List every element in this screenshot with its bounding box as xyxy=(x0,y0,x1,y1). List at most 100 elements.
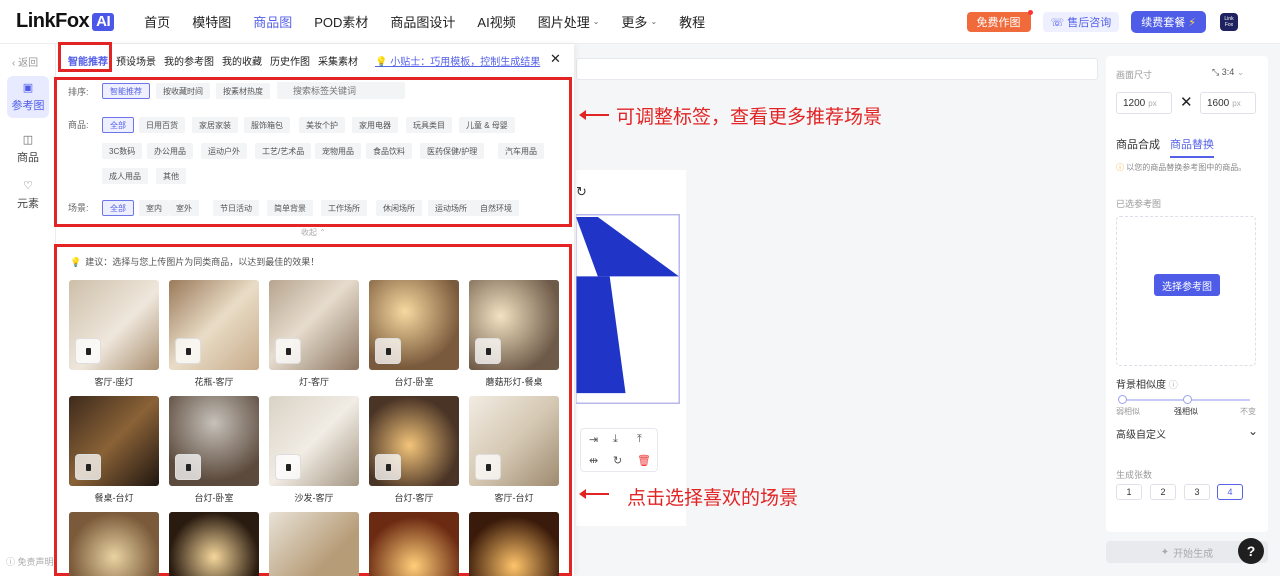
scene-image[interactable] xyxy=(69,396,159,486)
scene-image[interactable] xyxy=(369,396,459,486)
scene-card[interactable]: 花瓶-客厅 xyxy=(169,280,259,388)
goods-chip[interactable]: 儿童 & 母婴 xyxy=(459,117,515,133)
renew-plan-button[interactable]: 续费套餐 ⚡ xyxy=(1131,11,1206,33)
scene-chip[interactable]: 节日活动 xyxy=(213,200,259,216)
product-lamp-image[interactable] xyxy=(576,214,680,404)
goods-chip[interactable]: 医药保健/护理 xyxy=(420,143,485,159)
goods-chip[interactable]: 运动户外 xyxy=(201,143,247,159)
nav-link[interactable]: 商品图设计 xyxy=(390,12,455,31)
scene-card[interactable]: 客厅-台灯 xyxy=(469,396,559,504)
scene-image[interactable] xyxy=(469,280,559,370)
count-option-3[interactable]: 3 xyxy=(1184,484,1210,500)
scene-image[interactable] xyxy=(369,512,459,576)
collapse-toggle[interactable]: 收起 ⌃ xyxy=(301,227,326,238)
tab-product-replace[interactable]: 商品替换 xyxy=(1170,136,1214,158)
logo[interactable]: LinkFox AI xyxy=(16,10,115,33)
sort-chip[interactable]: 智能推荐 xyxy=(102,83,150,99)
goods-chip[interactable]: 食品饮料 xyxy=(366,143,412,159)
slider-handle[interactable] xyxy=(1183,395,1192,404)
goods-chip[interactable]: 全部 xyxy=(102,117,134,133)
picker-tab[interactable]: 历史作图 xyxy=(270,53,310,68)
scene-card[interactable]: 蘑菇形灯-餐桌 xyxy=(469,280,559,388)
picker-tab[interactable]: 采集素材 xyxy=(318,53,358,68)
disclaimer-link[interactable]: ⓘ 免责声明 xyxy=(6,555,54,568)
upload-icon[interactable]: ⤒ xyxy=(637,433,642,446)
scene-chip[interactable]: 室外 xyxy=(169,200,199,216)
refresh-icon[interactable]: ↻ xyxy=(613,454,622,467)
scene-image[interactable] xyxy=(369,280,459,370)
goods-chip[interactable]: 办公用品 xyxy=(147,143,193,159)
picker-tab[interactable]: 我的参考图 xyxy=(164,53,214,68)
close-icon[interactable]: ✕ xyxy=(550,51,561,67)
goods-chip[interactable]: 工艺/艺术品 xyxy=(255,143,312,159)
scene-card[interactable]: 灯-客厅 xyxy=(269,280,359,388)
scene-image[interactable] xyxy=(169,396,259,486)
scene-image[interactable] xyxy=(269,280,359,370)
help-button[interactable]: ? xyxy=(1238,538,1264,564)
similarity-slider[interactable] xyxy=(1118,395,1250,404)
height-input[interactable]: 1600 px xyxy=(1200,92,1256,114)
nav-link[interactable]: 图片处理 ⌄ xyxy=(538,12,600,31)
left-item-elements[interactable]: ♡ 元素 xyxy=(7,174,49,216)
scene-card[interactable]: 沙发-客厅 xyxy=(269,396,359,504)
ratio-select[interactable]: ⤡ 3:4 ⌄ xyxy=(1212,67,1244,78)
scene-image[interactable] xyxy=(169,280,259,370)
goods-chip[interactable]: 3C数码 xyxy=(102,143,143,159)
scene-chip[interactable]: 全部 xyxy=(102,200,134,216)
picker-tab[interactable]: 我的收藏 xyxy=(222,53,262,68)
scene-card[interactable] xyxy=(269,512,359,576)
choose-reference-button[interactable]: 选择参考图 xyxy=(1154,274,1220,296)
scene-image[interactable] xyxy=(469,512,559,576)
count-option-4[interactable]: 4 xyxy=(1217,484,1243,500)
scene-chip[interactable]: 运动场所 xyxy=(428,200,474,216)
goods-chip[interactable]: 家用电器 xyxy=(352,117,398,133)
scene-card[interactable]: 台灯-卧室 xyxy=(169,396,259,504)
sort-chip[interactable]: 按素材热度 xyxy=(216,83,270,99)
scene-image[interactable] xyxy=(169,512,259,576)
trash-icon[interactable]: 🗑 xyxy=(637,454,651,467)
nav-link[interactable]: AI视频 xyxy=(477,12,515,31)
scene-chip[interactable]: 室内 xyxy=(139,200,169,216)
tip-link[interactable]: 💡 小贴士：巧用模板，控制生成结果 xyxy=(375,53,540,68)
left-item-goods[interactable]: ◫ 商品 xyxy=(7,128,49,170)
scene-chip[interactable]: 简单背景 xyxy=(267,200,313,216)
avatar[interactable]: Link Fox xyxy=(1220,13,1238,31)
scene-card[interactable]: 餐桌-台灯 xyxy=(69,396,159,504)
scene-image[interactable] xyxy=(269,512,359,576)
nav-link[interactable]: 模特图 xyxy=(192,12,231,31)
goods-chip[interactable]: 玩具类目 xyxy=(406,117,452,133)
flip-icon[interactable]: ⇹ xyxy=(589,454,598,467)
tag-search-input[interactable] xyxy=(277,82,405,99)
scene-image[interactable] xyxy=(69,512,159,576)
goods-chip[interactable]: 日用百货 xyxy=(139,117,185,133)
nav-link[interactable]: 更多 ⌄ xyxy=(621,12,657,31)
goods-chip[interactable]: 家居家装 xyxy=(192,117,238,133)
goods-chip[interactable]: 汽车用品 xyxy=(498,143,544,159)
picker-tab[interactable]: 预设场景 xyxy=(116,53,156,68)
reference-dropzone[interactable]: 选择参考图 xyxy=(1116,216,1256,366)
scene-card[interactable] xyxy=(169,512,259,576)
nav-link[interactable]: 教程 xyxy=(679,12,705,31)
scene-card[interactable]: 台灯-卧室 xyxy=(369,280,459,388)
goods-chip[interactable]: 其他 xyxy=(156,168,186,184)
count-option-2[interactable]: 2 xyxy=(1150,484,1176,500)
tab-product-compose[interactable]: 商品合成 xyxy=(1116,136,1160,158)
nav-link[interactable]: 首页 xyxy=(144,12,170,31)
scene-chip[interactable]: 自然环境 xyxy=(473,200,519,216)
scene-image[interactable] xyxy=(69,280,159,370)
rotate-icon[interactable]: ↻ xyxy=(576,184,587,200)
scene-image[interactable] xyxy=(469,396,559,486)
scene-image[interactable] xyxy=(269,396,359,486)
scene-chip[interactable]: 休闲场所 xyxy=(376,200,422,216)
sort-chip[interactable]: 按收藏时间 xyxy=(156,83,210,99)
free-drawing-button[interactable]: 免费作图 xyxy=(966,10,1033,32)
scene-card[interactable] xyxy=(469,512,559,576)
left-item-reference[interactable]: ▣ 参考图 xyxy=(7,76,49,118)
after-sales-button[interactable]: ☏ 售后咨询 xyxy=(1042,12,1120,32)
goods-chip[interactable]: 美妆个护 xyxy=(299,117,345,133)
import-icon[interactable]: ⇥ xyxy=(589,433,598,446)
scene-card[interactable]: 客厅-座灯 xyxy=(69,280,159,388)
scene-card[interactable] xyxy=(69,512,159,576)
count-option-1[interactable]: 1 xyxy=(1116,484,1142,500)
download-icon[interactable]: ⤓ xyxy=(613,433,618,446)
